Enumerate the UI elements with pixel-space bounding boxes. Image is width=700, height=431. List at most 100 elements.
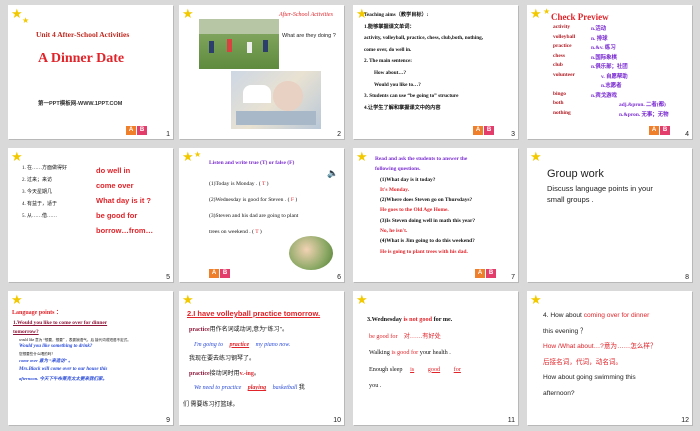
aims-line: come over, do well in. [364,46,412,53]
aims-line: 2. The main sentence: [364,58,413,65]
statement: (1)Today is Monday . [209,181,258,187]
point-sentence: 1.Would you like to come over for dinner [13,320,108,326]
ab-logo: AB [649,126,671,135]
slide-title: Language points ： [12,310,63,316]
slide-number: 11 [507,417,515,424]
slide-1-thumbnail[interactable]: ★ ★ Unit 4 After-School Activities A Din… [8,5,173,139]
slide-number: 6 [337,274,341,281]
vocab-word: both [553,100,564,106]
phrase-cn: 2. 过来；来访 [22,178,53,183]
point-sentence: this evening ？ [543,327,587,335]
photo-painting [231,71,321,129]
point-sentence: 4. How about [543,312,582,319]
phrase-cn: 3. 今天星期几 [22,190,53,195]
slide-number: 4 [685,131,689,138]
keyword: How /What about…? [543,343,604,351]
star-icon: ★ [530,149,542,164]
vocab-meaning: n.志愿者 [601,83,622,89]
slide-title: Check Preview [551,12,609,22]
slide-title: After-School Activities [279,12,333,18]
keyword: v.-ing [239,370,254,377]
answer: He goes to the Old Age Home. [380,207,449,214]
slide-number: 1 [166,131,170,138]
star-icon: ★ [356,292,368,307]
star-icon: ★ [356,149,368,164]
slide-11-thumbnail[interactable]: ★ 3.Wednesday is not good for me. be goo… [353,291,518,425]
fill-blank: for [453,365,461,373]
fill-blank: practice [229,341,250,348]
phrase-en: come over [96,181,134,190]
answer: He is going to plant trees with his dad. [380,248,468,255]
star-icon: ★ [11,149,23,164]
slide-12-thumbnail[interactable]: ★ 4. How about coming over for dinner th… [527,291,692,425]
slide-title: Listen and write true (T) or false (F) [209,160,295,166]
note: 们 需要练习打篮球。 [183,402,239,408]
keyword: coming over for dinner [583,312,650,319]
star-icon: ★ [530,6,542,21]
question-text: What are they doing ? [282,33,336,39]
note: 后接名词，代词，动名词。 [543,358,623,366]
unit-title: Unit 4 After-School Activities [36,30,130,39]
note: 我 [298,385,305,392]
vocab-word: nothing [553,109,571,116]
example: Enough sleep [369,365,403,373]
question: (1)What day is it today? [380,176,436,183]
statement: (2)Wednesday is good for Steven . [209,197,287,203]
example: you . [369,382,382,389]
example: afternoon? [543,389,575,397]
example: basketball [272,385,298,392]
aims-line: 1.能够掌握课文单词： [364,23,415,30]
vocab-meaning: adj.&pron. 二者(都) [619,102,666,108]
note: 用作名词或动词,意为"练习"。 [209,327,289,333]
example: Mrs.Black will come over to our house th… [19,367,108,373]
answer: F [290,197,295,203]
photo-kids [289,236,333,270]
slide-4-thumbnail[interactable]: ★ ★ Check Preview activity n.活动 volleyball… [527,5,692,139]
slide-number: 10 [333,417,341,424]
slide-number: 12 [681,417,689,424]
example: afternoon. 今天下午布莱克太太要来我们家。 [19,375,108,381]
slide-2-thumbnail[interactable]: ★ After-School Activities What are they … [179,5,344,139]
instruction: Read and ask the students to answer the [375,156,468,162]
slide-8-thumbnail[interactable]: ★ Group work Discuss language points in … [527,148,692,282]
slide-6-thumbnail[interactable]: ★ ★ Listen and write true (T) or false (… [179,148,344,282]
phrase-cn: 5. 从……借…… [22,214,58,219]
example: Walking [369,349,390,356]
example: We need to practice [194,385,242,392]
star-icon: ★ [22,16,30,25]
slide-desc: small groups . [547,195,594,204]
vocab-meaning: n.国际象棋 [591,54,617,61]
slide-10-thumbnail[interactable]: ★ 2.I have volleyball practice tomorrow.… [179,291,344,425]
example: Would you like something to drink? [19,343,93,349]
ab-logo: AB [209,269,231,278]
question: (4)What is Jim going to do this weekend? [380,238,475,245]
phrase-en: What day is it ? [96,196,152,205]
vocab-word: activity [553,24,571,30]
star-icon: ★ [11,6,23,21]
phrase-cn: 1. 在……方面做得好 [22,166,68,171]
example: my piano now. [255,341,291,348]
point-sentence: tomorrow? [13,328,39,335]
example: come over 意为 “来造访” 。 [19,358,73,364]
vocab-meaning: n.活动 [591,26,607,32]
slide-number: 7 [511,274,515,281]
keyword: practice [189,370,210,377]
keyword: practice [189,327,210,333]
slide-9-thumbnail[interactable]: ★ Language points ： 1.Would you like to … [8,291,173,425]
aims-line: activity, volleyball, practice, chess, c… [364,35,484,42]
slide-7-thumbnail[interactable]: ★ Read and ask the students to answer th… [353,148,518,282]
aims-line: Would you like to…? [374,81,421,88]
phrase-en: borrow…from… [96,226,154,235]
slide-title: A Dinner Date [38,51,125,66]
speaker-icon[interactable]: 🔈 [327,168,338,179]
aims-line: How about…? [374,69,407,76]
vocab-word: volunteer [553,71,575,78]
answer: No, he isn't. [380,228,408,235]
vocab-meaning: n.&pron. 无事；无物 [619,111,669,118]
slide-title: Group work [547,168,604,180]
ab-logo: AB [475,269,497,278]
ab-logo: AB [473,126,495,135]
slide-5-thumbnail[interactable]: ★ 1. 在……方面做得好 2. 过来；来访 3. 今天星期几 4. 有益于，适… [8,148,173,282]
slide-3-thumbnail[interactable]: ★ Teaching aims（教学目标）: 1.能够掌握课文单词： activ… [353,5,518,139]
point-heading: 2.I have volleyball practice tomorrow. [187,309,321,318]
